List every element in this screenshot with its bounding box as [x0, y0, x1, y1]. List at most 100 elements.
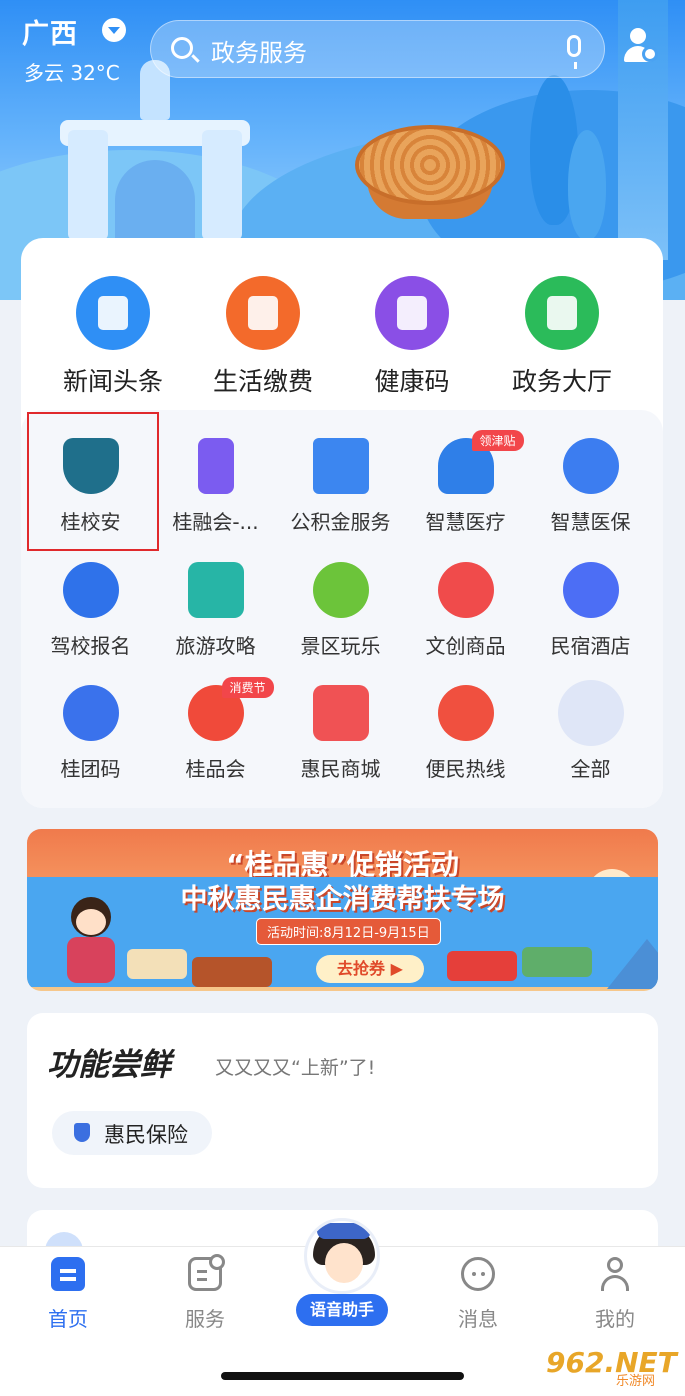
grid-service-label: 桂团码 — [60, 757, 121, 781]
nav-label: 服务 — [185, 1307, 225, 1331]
nav-services[interactable]: 服务 — [155, 1254, 255, 1332]
grid-badge: 消费节 — [221, 677, 274, 698]
shield-icon — [74, 1123, 90, 1142]
top-service-payment[interactable]: 生活缴费 — [183, 276, 343, 398]
grid-service-guironghui[interactable]: 桂融会-... — [153, 438, 278, 535]
grid-service-label: 桂品会 — [185, 757, 246, 781]
grid-service-travel-guide[interactable]: 旅游攻略 — [153, 562, 278, 659]
grab-coupon-button[interactable]: 去抢券 ▶ — [316, 955, 424, 983]
grid-service-label: 桂融会-... — [172, 510, 259, 534]
promo-banner[interactable]: “桂品惠”促销活动 中秋惠民惠企消费帮扶专场 活动时间:8月12日-9月15日 … — [27, 829, 658, 991]
news-icon — [76, 276, 150, 350]
top-service-label: 新闻头条 — [62, 367, 163, 396]
grid-service-medical-insurance[interactable]: 智慧医保 — [528, 438, 653, 535]
top-service-gov-hall[interactable]: 政务大厅 — [482, 276, 642, 398]
all-apps-icon — [557, 680, 624, 746]
new-features-card: 功能尝鲜 又又又又“上新”了! 惠民保险 — [27, 1013, 658, 1188]
grid-service-label: 智慧医疗 — [425, 510, 506, 534]
insurance-chip[interactable]: 惠民保险 — [52, 1111, 212, 1155]
top-service-news[interactable]: 新闻头条 — [33, 276, 193, 398]
nav-label: 我的 — [595, 1307, 635, 1331]
grid-service-hotline[interactable]: 便民热线 — [403, 685, 528, 782]
shopping-bag-icon — [312, 685, 369, 741]
features-title: 功能尝鲜 — [47, 1047, 171, 1083]
voice-assistant-label: 语音助手 — [296, 1294, 388, 1326]
banner-date: 活动时间:8月12日-9月15日 — [256, 918, 441, 945]
payment-icon — [226, 276, 300, 350]
top-service-label: 健康码 — [374, 367, 450, 396]
heart-hands-icon — [562, 438, 619, 494]
grid-badge: 领津贴 — [471, 430, 524, 451]
selection-highlight — [27, 412, 159, 551]
nav-me[interactable]: 我的 — [565, 1257, 665, 1332]
grid-service-homestay-hotel[interactable]: 民宿酒店 — [528, 562, 653, 659]
top-service-health-code[interactable]: 健康码 — [332, 276, 492, 398]
hotel-icon — [562, 562, 619, 618]
services-card: 新闻头条 生活缴费 健康码 政务大厅 桂校安 桂融会-... 公积金服务 领津贴… — [21, 238, 663, 808]
grid-service-label: 公积金服务 — [290, 510, 391, 534]
microphone-icon[interactable] — [567, 35, 581, 69]
hero-gate-illustration — [60, 110, 250, 240]
chat-bubble-icon — [461, 1257, 495, 1291]
search-placeholder: 政务服务 — [211, 39, 307, 67]
grid-service-label: 文创商品 — [425, 634, 506, 658]
nav-home[interactable]: 首页 — [18, 1257, 118, 1332]
goods-illustration — [127, 949, 187, 979]
mascot-girl-illustration — [61, 897, 121, 985]
insurance-chip-label: 惠民保险 — [104, 1123, 188, 1147]
group-code-icon — [62, 685, 119, 741]
grid-service-label: 民宿酒店 — [550, 634, 631, 658]
location-city[interactable]: 广西 — [22, 12, 78, 51]
home-indicator[interactable] — [221, 1372, 464, 1380]
search-icon — [171, 37, 193, 59]
grid-service-mall[interactable]: 惠民商城 — [278, 685, 403, 782]
top-service-label: 政务大厅 — [511, 367, 612, 396]
voice-assistant-button[interactable]: 语音助手 — [292, 1218, 392, 1333]
services-icon — [188, 1254, 225, 1291]
grid-service-label: 旅游攻略 — [175, 634, 256, 658]
grid-service-cultural-goods[interactable]: 文创商品 — [403, 562, 528, 659]
grid-service-smart-medical[interactable]: 领津贴 智慧医疗 — [403, 430, 528, 535]
gift-icon — [437, 562, 494, 618]
top-service-label: 生活缴费 — [212, 367, 313, 396]
grid-service-guipinhui[interactable]: 消费节 桂品会 — [153, 677, 278, 782]
user-icon — [598, 1257, 632, 1291]
goods-illustration — [522, 947, 592, 977]
user-switch-icon[interactable] — [622, 26, 662, 66]
watermark-logo: 962.NET 乐游网 — [546, 1346, 681, 1390]
grid-service-all[interactable]: 全部 — [528, 680, 653, 782]
house-fund-icon — [312, 438, 369, 494]
grid-service-label: 智慧医保 — [550, 510, 631, 534]
travel-guide-icon — [187, 562, 244, 618]
grid-service-scenic-spots[interactable]: 景区玩乐 — [278, 562, 403, 659]
home-icon — [51, 1257, 85, 1291]
steering-wheel-icon — [62, 562, 119, 618]
nav-label: 首页 — [48, 1307, 88, 1331]
search-bar[interactable]: 政务服务 — [150, 20, 605, 78]
features-subtitle: 又又又又“上新”了! — [215, 1057, 376, 1079]
hero-tree — [568, 130, 606, 240]
assistant-avatar — [304, 1218, 380, 1294]
watermark-number: 962.NET — [546, 1346, 677, 1379]
nav-label: 消息 — [458, 1307, 498, 1331]
bronze-drum-illustration — [355, 125, 505, 225]
nav-messages[interactable]: 消息 — [428, 1257, 528, 1332]
grid-service-label: 惠民商城 — [300, 757, 381, 781]
phone-icon — [437, 685, 494, 741]
grid-service-label: 全部 — [570, 757, 611, 781]
scenery-icon — [312, 562, 369, 618]
government-hall-icon — [525, 276, 599, 350]
grid-service-group-code[interactable]: 桂团码 — [28, 685, 153, 782]
phone-video-icon — [197, 438, 234, 494]
landmark-illustration — [607, 939, 658, 989]
grid-service-label: 驾校报名 — [50, 634, 131, 658]
goods-illustration — [447, 951, 517, 981]
grid-service-housing-fund[interactable]: 公积金服务 — [278, 438, 403, 535]
watermark-text: 乐游网 — [616, 1374, 656, 1389]
grid-service-driving-school[interactable]: 驾校报名 — [28, 562, 153, 659]
goods-illustration — [192, 957, 272, 987]
weather-text: 多云 32°C — [24, 61, 120, 85]
chevron-down-icon[interactable] — [102, 18, 126, 42]
grid-service-label: 便民热线 — [425, 757, 506, 781]
qr-code-icon — [375, 276, 449, 350]
